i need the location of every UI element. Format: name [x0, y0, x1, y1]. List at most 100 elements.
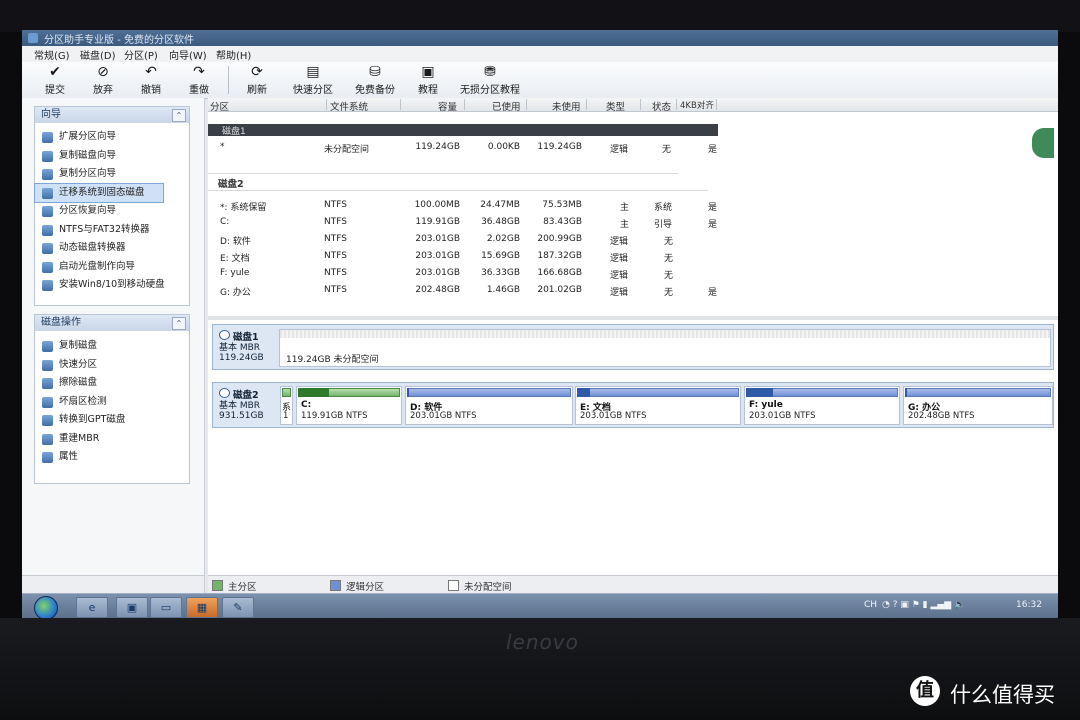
partition-block-g[interactable]: G: 办公 202.48GB NTFS — [903, 386, 1053, 425]
op-bad-sector-check[interactable]: 坏扇区检测 — [35, 393, 189, 412]
partition-block-e[interactable]: E: 文档 203.01GB NTFS — [575, 386, 741, 425]
explorer-icon[interactable]: ▭ — [150, 597, 182, 618]
dynamic-disk-icon — [42, 243, 53, 254]
op-wipe-disk[interactable]: 擦除磁盘 — [35, 374, 189, 393]
migrate-icon — [42, 187, 53, 199]
left-pane: 向导 ⌃ 扩展分区向导 复制磁盘向导 复制分区向导 迁移系统到固态磁盘 分区恢复… — [22, 98, 205, 618]
op-rebuild-mbr[interactable]: 重建MBR — [35, 430, 189, 449]
op-convert-gpt[interactable]: 转换到GPT磁盘 — [35, 411, 189, 430]
redo-icon: ↷ — [193, 64, 205, 80]
bad-sector-icon — [42, 396, 53, 408]
disk-icon — [219, 388, 230, 398]
wizard-migrate-os-ssd[interactable]: 迁移系统到固态磁盘 — [34, 182, 164, 203]
group-divider — [208, 173, 678, 174]
legend-bar: 主分区 逻辑分区 未分配空间 — [208, 575, 1058, 594]
lossless-tutorial-icon: ⛃ — [484, 64, 496, 80]
discard-button[interactable]: ⊘ 放弃 — [90, 64, 116, 96]
ie-icon[interactable]: e — [76, 597, 108, 618]
wizard-extend-partition[interactable]: 扩展分区向导 — [35, 128, 189, 147]
partition-app-taskbar-icon[interactable]: ▦ — [186, 597, 218, 618]
partition-block-c[interactable]: C: 119.91GB NTFS — [296, 386, 402, 425]
wizard-dynamic-disk[interactable]: 动态磁盘转换器 — [35, 239, 189, 258]
col-type[interactable]: 类型 — [606, 99, 625, 113]
menu-wizard[interactable]: 向导(W) — [169, 47, 207, 62]
disk-ops-panel: 磁盘操作 ⌃ 复制磁盘 快速分区 擦除磁盘 坏扇区检测 转换到GPT磁盘 重建M… — [34, 314, 190, 484]
col-status[interactable]: 状态 — [652, 99, 671, 113]
tray-icons[interactable]: ◔ ? ▣ ⚑ ▮ ▂▄▆ 🔈 — [882, 600, 965, 610]
group-divider — [208, 190, 708, 191]
collapse-icon[interactable]: ⌃ — [172, 109, 186, 122]
wizard-ntfs-fat32[interactable]: NTFS与FAT32转换器 — [35, 221, 189, 240]
backup-icon: ⛁ — [369, 64, 381, 80]
paint-icon[interactable]: ✎ — [222, 597, 254, 618]
disk2-map-row[interactable]: 磁盘2 基本 MBR 931.51GB 系 1 C: 119.91GB NTFS… — [212, 382, 1054, 428]
wizard-copy-disk[interactable]: 复制磁盘向导 — [35, 147, 189, 166]
wizard-win-to-go[interactable]: 安装Win8/10到移动硬盘 — [35, 276, 189, 295]
table-row[interactable]: E: 文档 NTFS 203.01GB 15.69GB 187.32GB 逻辑 … — [208, 249, 728, 265]
mbr-icon — [42, 433, 53, 445]
input-language[interactable]: CH — [864, 600, 877, 610]
table-row[interactable]: * 未分配空间 119.24GB 0.00KB 119.24GB 逻辑 无 是 — [208, 140, 728, 156]
table-row[interactable]: G: 办公 NTFS 202.48GB 1.46GB 201.02GB 逻辑 无… — [208, 283, 728, 299]
wizard-bootable-media[interactable]: 启动光盘制作向导 — [35, 258, 189, 277]
legend-unallocated: 未分配空间 — [448, 579, 512, 593]
col-4k-align[interactable]: 4KB对齐 — [680, 99, 714, 111]
tutorial-button[interactable]: ▣ 教程 — [415, 64, 441, 96]
col-capacity[interactable]: 容量 — [438, 99, 457, 113]
op-copy-disk[interactable]: 复制磁盘 — [35, 337, 189, 356]
partition-list: 分区 文件系统 容量 已使用 未使用 类型 状态 4KB对齐 磁盘1 * 未分配… — [208, 98, 1058, 316]
legend-logical: 逻辑分区 — [330, 579, 384, 593]
menu-disk[interactable]: 磁盘(D) — [80, 47, 116, 62]
free-backup-button[interactable]: ⛁ 免费备份 — [352, 64, 398, 96]
disk-icon — [219, 330, 230, 340]
wizard-partition-recovery[interactable]: 分区恢复向导 — [35, 202, 189, 221]
menu-general[interactable]: 常规(G) — [34, 47, 70, 62]
col-used[interactable]: 已使用 — [492, 99, 521, 113]
toolbar: ✔ 提交 ⊘ 放弃 ↶ 撤销 ↷ 重做 ⟳ 刷新 ▤ 快速分区 ⛁ 免费备份 ▣ — [22, 62, 1058, 99]
title-bar: 分区助手专业版 - 免费的分区软件 — [22, 30, 1058, 46]
table-row[interactable]: *: 系统保留 NTFS 100.00MB 24.47MB 75.53MB 主 … — [208, 198, 728, 214]
usage-bar — [282, 388, 291, 397]
op-properties[interactable]: 属性 — [35, 448, 189, 467]
collapse-icon[interactable]: ⌃ — [172, 317, 186, 330]
clock[interactable]: 16:32 — [1016, 600, 1042, 610]
floating-helper-tab[interactable] — [1032, 128, 1054, 158]
disk1-map-row[interactable]: 磁盘1 基本 MBR 119.24GB 119.24GB 未分配空间 — [212, 324, 1054, 370]
check-icon: ✔ — [49, 64, 61, 80]
quick-partition-button[interactable]: ▤ 快速分区 — [290, 64, 336, 96]
col-filesystem[interactable]: 文件系统 — [330, 99, 368, 113]
install-windows-icon — [42, 280, 53, 291]
taskbar-app-icon[interactable]: ▣ — [116, 597, 148, 618]
lossless-tutorial-button[interactable]: ⛃ 无损分区教程 — [460, 64, 520, 96]
col-partition[interactable]: 分区 — [210, 99, 229, 113]
partition-block-d[interactable]: D: 软件 203.01GB NTFS — [405, 386, 573, 425]
left-footer — [22, 575, 204, 594]
screen: 分区助手专业版 - 免费的分区软件 常规(G) 磁盘(D) 分区(P) 向导(W… — [22, 30, 1058, 618]
usage-fill — [407, 388, 409, 397]
table-row[interactable]: C: NTFS 119.91GB 36.48GB 83.43GB 主 引导 是 — [208, 215, 728, 231]
legend-primary: 主分区 — [212, 579, 257, 593]
unallocated-block[interactable]: 119.24GB 未分配空间 — [279, 329, 1051, 367]
properties-icon — [42, 452, 53, 463]
undo-button[interactable]: ↶ 撤销 — [138, 64, 164, 96]
copy-disk-icon — [42, 341, 53, 352]
commit-button[interactable]: ✔ 提交 — [42, 64, 68, 96]
col-unused[interactable]: 未使用 — [552, 99, 581, 113]
undo-icon: ↶ — [145, 64, 157, 80]
start-button[interactable] — [34, 596, 58, 618]
menu-help[interactable]: 帮助(H) — [216, 47, 251, 62]
wizard-copy-partition[interactable]: 复制分区向导 — [35, 165, 189, 184]
refresh-button[interactable]: ⟳ 刷新 — [244, 64, 270, 96]
disk1-group-band: 磁盘1 — [208, 124, 718, 137]
toolbar-separator — [228, 66, 229, 94]
table-row[interactable]: D: 软件 NTFS 203.01GB 2.02GB 200.99GB 逻辑 无 — [208, 232, 728, 248]
redo-button[interactable]: ↷ 重做 — [186, 64, 212, 96]
op-quick-partition[interactable]: 快速分区 — [35, 356, 189, 375]
partition-block-reserved[interactable]: 系 1 — [280, 386, 293, 425]
partition-block-f[interactable]: F: yule 203.01GB NTFS — [744, 386, 900, 425]
wizard-panel-header: 向导 ⌃ — [35, 107, 189, 123]
menu-bar: 常规(G) 磁盘(D) 分区(P) 向导(W) 帮助(H) — [22, 46, 1058, 63]
menu-partition[interactable]: 分区(P) — [124, 47, 158, 62]
boot-disc-icon — [42, 261, 53, 273]
table-row[interactable]: F: yule NTFS 203.01GB 36.33GB 166.68GB 逻… — [208, 266, 728, 282]
